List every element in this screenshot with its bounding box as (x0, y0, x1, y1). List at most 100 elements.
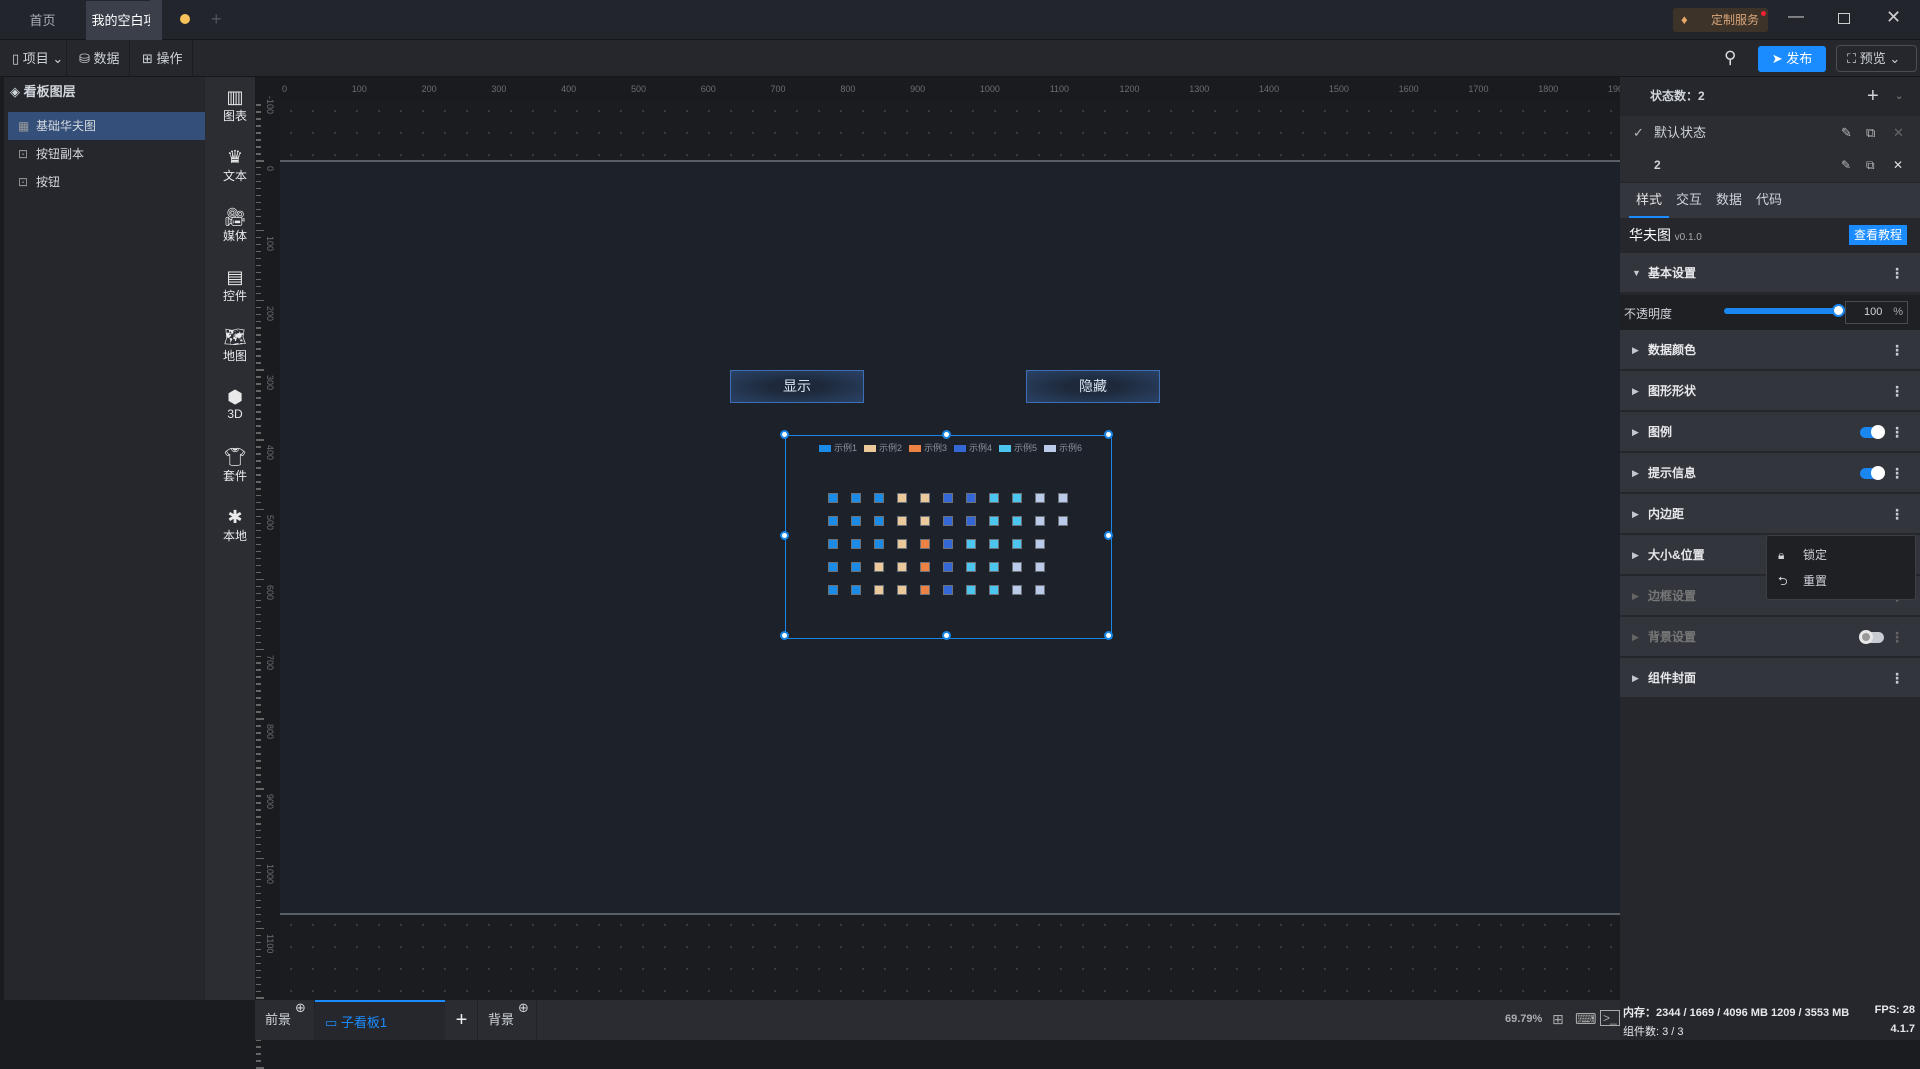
state-item[interactable]: 2 ✎ ⧉ ✕ (1620, 149, 1920, 182)
waffle-chart[interactable]: 示例1 示例2 示例3 示例4 示例5 示例6 (780, 430, 1113, 640)
section-basic[interactable]: ▼ 基本设置 ⋮ (1620, 253, 1920, 294)
tab-home[interactable]: 首页 (0, 1, 85, 40)
board-tab[interactable]: ▭ 子看板1 (315, 1000, 445, 1040)
slider-handle[interactable] (1832, 304, 1845, 317)
waffle-cell[interactable] (989, 539, 999, 549)
waffle-cell[interactable] (920, 562, 930, 572)
legend-item[interactable]: 示例2 (864, 441, 902, 454)
waffle-cell[interactable] (1012, 539, 1022, 549)
add-state-icon[interactable]: + (1867, 77, 1879, 116)
tab-style[interactable]: 样式 (1629, 183, 1669, 218)
publish-button[interactable]: ➤ 发布 (1758, 46, 1826, 72)
waffle-cell[interactable] (966, 539, 976, 549)
section-1[interactable]: ▶ 图形形状 ⋮ (1620, 371, 1920, 412)
waffle-cell[interactable] (943, 585, 953, 595)
close-icon[interactable]: ✕ (1886, 7, 1901, 28)
state-item[interactable]: ✓ 默认状态 ✎ ⧉ ✕ (1620, 116, 1920, 149)
restore-icon[interactable] (1838, 13, 1850, 24)
waffle-cell[interactable] (1035, 539, 1045, 549)
waffle-cell[interactable] (943, 516, 953, 526)
waffle-cell[interactable] (897, 516, 907, 526)
layer-item[interactable]: ⊡ 按钮副本 (8, 140, 205, 168)
legend-item[interactable]: 示例3 (909, 441, 947, 454)
waffle-cell[interactable] (966, 516, 976, 526)
add-circle-icon[interactable]: ⊕ (295, 988, 306, 1028)
section-3[interactable]: ▶ 提示信息 ⋮ (1620, 453, 1920, 494)
waffle-cell[interactable] (851, 562, 861, 572)
waffle-cell[interactable] (920, 516, 930, 526)
edit-icon[interactable]: ✎ (1841, 116, 1852, 149)
resize-handle[interactable] (780, 430, 789, 439)
resize-handle[interactable] (780, 530, 789, 540)
data-menu[interactable]: ⛁ 数据 ⌄ (67, 40, 130, 103)
delete-icon[interactable]: ✕ (1893, 149, 1903, 182)
waffle-cell[interactable] (874, 585, 884, 595)
opacity-slider[interactable] (1724, 304, 1845, 317)
waffle-cell[interactable] (989, 493, 999, 503)
fit-screen-icon[interactable]: ⊞ (1552, 1011, 1564, 1028)
tab-interaction[interactable]: 交互 (1676, 183, 1702, 216)
operate-menu[interactable]: ⊞ 操作 ⌄ (130, 40, 193, 103)
waffle-cell[interactable] (897, 493, 907, 503)
delete-icon[interactable]: ✕ (1893, 116, 1904, 149)
toggle-switch[interactable] (1859, 630, 1884, 644)
add-board-button[interactable]: + (446, 1000, 477, 1040)
tab-data[interactable]: 数据 (1716, 183, 1742, 216)
legend-item[interactable]: 示例4 (954, 441, 992, 454)
more-icon[interactable]: ⋮ (1890, 494, 1904, 535)
waffle-cell[interactable] (1012, 493, 1022, 503)
project-menu[interactable]: ▯ 项目 ⌄ (0, 40, 67, 77)
waffle-cell[interactable] (920, 539, 930, 549)
menu-item-reset[interactable]: ⮌ 重置 (1767, 570, 1917, 592)
more-icon[interactable]: ⋮ (1890, 253, 1904, 294)
more-icon[interactable]: ⋮ (1890, 453, 1904, 494)
resize-handle[interactable] (1104, 430, 1113, 439)
resize-handle[interactable] (1104, 631, 1113, 640)
waffle-cell[interactable] (989, 516, 999, 526)
section-7[interactable]: ▶ 背景设置 ⋮ (1620, 617, 1920, 658)
resize-handle[interactable] (942, 430, 951, 439)
waffle-cell[interactable] (920, 585, 930, 595)
waffle-cell[interactable] (966, 562, 976, 572)
waffle-cell[interactable] (966, 493, 976, 503)
toggle-switch[interactable] (1860, 466, 1885, 480)
custom-service-button[interactable]: ♦ 定制服务 (1673, 8, 1768, 32)
waffle-cell[interactable] (1035, 562, 1045, 572)
tutorial-button[interactable]: 查看教程 (1849, 225, 1907, 245)
menu-item-lock[interactable]: 🔒︎ 锁定 (1767, 544, 1917, 566)
add-circle-icon[interactable]: ⊕ (518, 988, 529, 1028)
layer-item[interactable]: ⊡ 按钮 (8, 168, 205, 196)
waffle-cell[interactable] (851, 493, 861, 503)
waffle-cell[interactable] (1012, 562, 1022, 572)
resize-handle[interactable] (942, 631, 951, 640)
legend-item[interactable]: 示例1 (819, 441, 857, 454)
opacity-input[interactable]: 100% (1845, 301, 1908, 324)
waffle-cell[interactable] (1058, 516, 1068, 526)
section-0[interactable]: ▶ 数据颜色 ⋮ (1620, 330, 1920, 371)
waffle-cell[interactable] (897, 539, 907, 549)
waffle-cell[interactable] (989, 585, 999, 595)
more-icon[interactable]: ⋮ (1890, 371, 1904, 412)
waffle-cell[interactable] (874, 562, 884, 572)
waffle-cell[interactable] (828, 585, 838, 595)
waffle-cell[interactable] (1012, 585, 1022, 595)
chevron-down-icon[interactable]: ⌄ (1895, 77, 1903, 116)
new-tab-button[interactable]: + (211, 9, 222, 30)
waffle-cell[interactable] (828, 516, 838, 526)
edit-icon[interactable]: ✎ (1841, 149, 1851, 182)
waffle-cell[interactable] (943, 539, 953, 549)
show-button[interactable]: 显示 (730, 370, 864, 403)
waffle-cell[interactable] (828, 562, 838, 572)
waffle-cell[interactable] (943, 562, 953, 572)
more-icon[interactable]: ⋮ (1890, 330, 1904, 371)
toggle-switch[interactable] (1860, 425, 1885, 439)
section-8[interactable]: ▶ 组件封面 ⋮ (1620, 658, 1920, 699)
waffle-cell[interactable] (897, 562, 907, 572)
waffle-cell[interactable] (1012, 516, 1022, 526)
layer-item[interactable]: ▦ 基础华夫图 (8, 112, 205, 140)
legend-item[interactable]: 示例6 (1044, 441, 1082, 454)
section-4[interactable]: ▶ 内边距 ⋮ (1620, 494, 1920, 535)
preview-button[interactable]: ⛶ 预览 ⌄ (1836, 45, 1917, 72)
waffle-cell[interactable] (897, 585, 907, 595)
more-icon[interactable]: ⋮ (1890, 617, 1904, 658)
